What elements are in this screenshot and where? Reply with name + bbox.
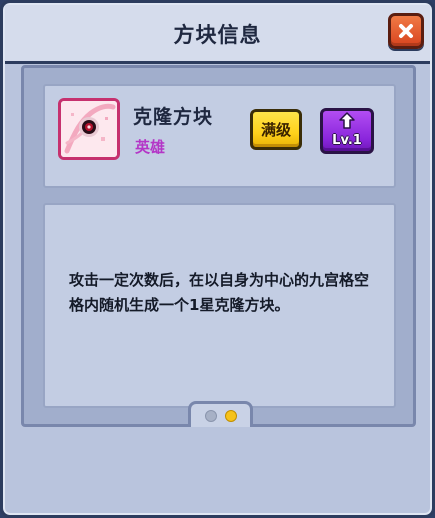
clone-block-icon bbox=[58, 98, 120, 160]
max-level-label: 满级 bbox=[260, 121, 291, 139]
block-name: 克隆方块 bbox=[133, 106, 214, 128]
content-panel: 克隆方块 英雄 满级 Lv.1 攻击一定次数后，在以自身为中心的九宫格空格内随机… bbox=[21, 65, 416, 427]
max-level-button[interactable]: 满级 bbox=[250, 109, 302, 150]
close-x-icon bbox=[399, 24, 413, 38]
title-bar: 方块信息 bbox=[5, 5, 430, 64]
level-label: Lv.1 bbox=[332, 133, 362, 148]
block-info-dialog: 方块信息 克隆方块 英雄 满级 Lv.1 攻击一定次数后，在以自身为中心的九宫格… bbox=[0, 0, 435, 518]
page-indicator bbox=[188, 401, 253, 427]
dialog-title: 方块信息 bbox=[173, 23, 262, 47]
page-dot-2[interactable] bbox=[224, 409, 237, 422]
description-text: 攻击一定次数后，在以自身为中心的九宫格空格内随机生成一个1星克隆方块。 bbox=[69, 271, 370, 314]
level-up-button[interactable]: Lv.1 bbox=[320, 108, 374, 154]
page-dot-1[interactable] bbox=[204, 409, 217, 422]
close-button[interactable] bbox=[388, 13, 424, 49]
rarity-label: 英雄 bbox=[135, 138, 166, 156]
up-arrow-icon bbox=[339, 112, 355, 129]
description-card: 攻击一定次数后，在以自身为中心的九宫格空格内随机生成一个1星克隆方块。 bbox=[43, 203, 396, 408]
block-info-card: 克隆方块 英雄 满级 Lv.1 bbox=[43, 84, 396, 188]
